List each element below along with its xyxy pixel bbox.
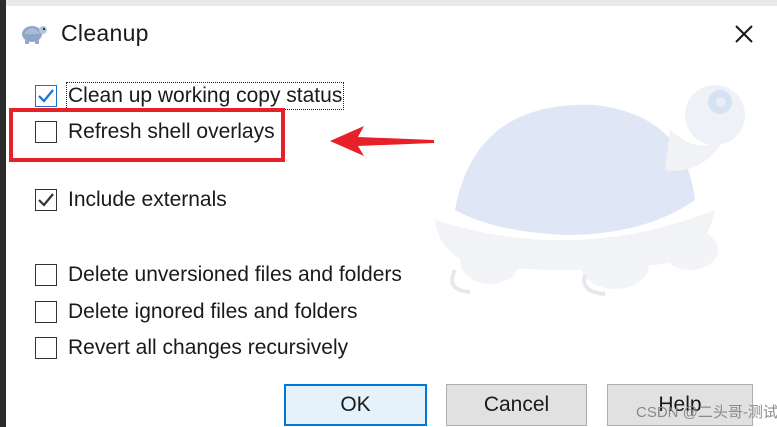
- option-label: Clean up working copy status: [65, 82, 345, 110]
- cancel-button[interactable]: Cancel: [446, 384, 587, 426]
- close-icon: [735, 25, 753, 43]
- checkbox-include-externals[interactable]: [35, 189, 57, 211]
- option-clean-up-working-copy-status[interactable]: Clean up working copy status: [35, 81, 345, 111]
- checkbox-delete-unversioned[interactable]: [35, 264, 57, 286]
- dialog-title: Cleanup: [61, 20, 149, 46]
- option-delete-unversioned[interactable]: Delete unversioned files and folders: [35, 260, 402, 290]
- checkmark-icon: [38, 193, 54, 207]
- option-delete-ignored[interactable]: Delete ignored files and folders: [35, 297, 358, 327]
- option-include-externals[interactable]: Include externals: [35, 185, 227, 215]
- option-label: Revert all changes recursively: [68, 336, 349, 359]
- window-left-edge: [0, 0, 6, 427]
- checkbox-revert-all-changes[interactable]: [35, 337, 57, 359]
- checkmark-icon: [38, 89, 54, 103]
- title-bar: Cleanup: [6, 6, 777, 58]
- annotation-highlight-box: [9, 108, 285, 162]
- tortoisesvn-turtle-icon: [22, 26, 47, 44]
- option-label: Include externals: [68, 188, 227, 211]
- option-revert-all-changes[interactable]: Revert all changes recursively: [35, 333, 348, 363]
- ok-button[interactable]: OK: [284, 384, 427, 426]
- option-label: Delete ignored files and folders: [68, 300, 358, 323]
- close-button[interactable]: [724, 16, 764, 52]
- checkbox-delete-ignored[interactable]: [35, 301, 57, 323]
- annotation-arrow-icon: [330, 126, 434, 156]
- checkbox-clean-up-working-copy-status[interactable]: [35, 85, 57, 107]
- turtle-watermark-icon: [435, 85, 745, 296]
- option-label: Delete unversioned files and folders: [68, 263, 402, 286]
- cleanup-dialog: Cleanup Clean up working copy status Ref…: [0, 0, 777, 427]
- credit-watermark: CSDN @二头哥-测试: [636, 404, 777, 421]
